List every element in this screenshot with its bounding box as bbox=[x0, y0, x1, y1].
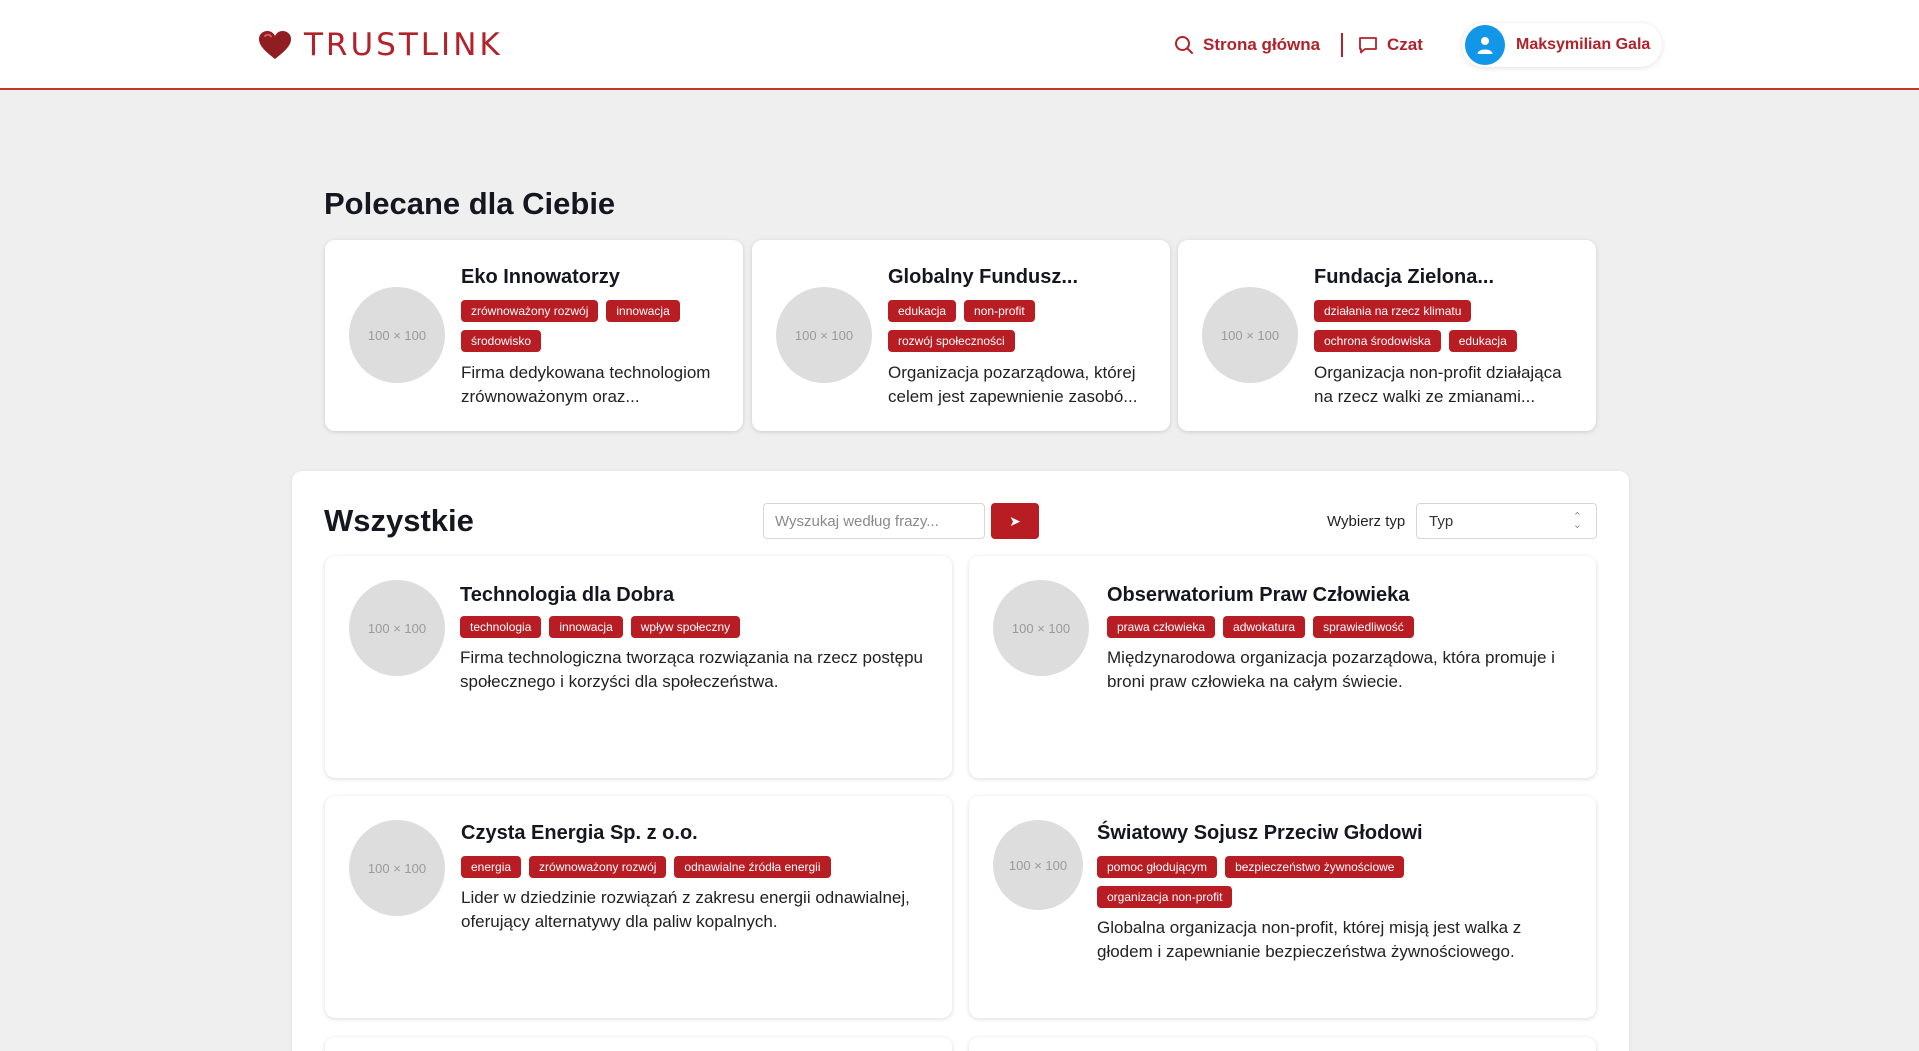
nav-home-link[interactable]: Strona główna bbox=[1173, 26, 1320, 64]
tag-list: pomoc głodującym bezpieczeństwo żywności… bbox=[1097, 856, 1497, 908]
tag-list: technologia innowacja wpływ społeczny bbox=[460, 616, 930, 638]
nav-chat-label: Czat bbox=[1387, 35, 1423, 54]
search-icon bbox=[1175, 36, 1193, 54]
logo-text: TRUSTLINK bbox=[304, 27, 503, 63]
chat-icon bbox=[1359, 37, 1377, 54]
tag-list: edukacja non-profit rozwój społeczności bbox=[888, 300, 1088, 352]
organization-card[interactable]: 100 × 100 Czysta Energia Sp. z o.o. ener… bbox=[325, 796, 952, 1018]
tag: innowacja bbox=[606, 300, 680, 322]
tag: zrównoważony rozwój bbox=[461, 300, 599, 322]
all-title: Wszystkie bbox=[324, 503, 474, 538]
tag: prawa człowieka bbox=[1107, 616, 1216, 638]
organization-thumbnail: 100 × 100 bbox=[993, 580, 1089, 676]
nav-chat-link[interactable]: Czat bbox=[1357, 26, 1423, 64]
top-navbar: TRUSTLINK Strona główna Czat Maksymilian… bbox=[0, 0, 1919, 90]
tag: odnawialne źródła energii bbox=[674, 856, 831, 878]
search-input[interactable] bbox=[763, 503, 985, 539]
organization-thumbnail: 100 × 100 bbox=[349, 820, 445, 916]
tag: ochrona środowiska bbox=[1314, 330, 1441, 352]
organization-card[interactable]: 100 × 100 Obserwatorium Praw Człowieka p… bbox=[969, 556, 1596, 778]
organization-card[interactable] bbox=[325, 1037, 952, 1051]
tag: zrównoważony rozwój bbox=[529, 856, 667, 878]
tag: technologia bbox=[460, 616, 542, 638]
organization-card[interactable]: 100 × 100 Światowy Sojusz Przeciw Głodow… bbox=[969, 796, 1596, 1018]
tag: środowisko bbox=[461, 330, 542, 352]
card-description: Organizacja non-profit działająca na rze… bbox=[1314, 363, 1562, 406]
tag: innowacja bbox=[549, 616, 623, 638]
type-select-value: Typ bbox=[1429, 512, 1454, 530]
nav-home-label: Strona główna bbox=[1203, 35, 1321, 54]
tag: organizacja non-profit bbox=[1097, 886, 1233, 908]
tag: adwokatura bbox=[1223, 616, 1306, 638]
organization-card[interactable]: 100 × 100 Technologia dla Dobra technolo… bbox=[325, 556, 952, 778]
card-description: Firma technologiczna tworząca rozwiązani… bbox=[460, 648, 924, 691]
type-filter-label: Wybierz typ bbox=[1327, 513, 1406, 530]
tag: działania na rzecz klimatu bbox=[1314, 300, 1472, 322]
tag: wpływ społeczny bbox=[630, 616, 741, 638]
organization-thumbnail: 100 × 100 bbox=[1202, 287, 1298, 383]
tag: rozwój społeczności bbox=[888, 330, 1015, 352]
card-description: Lider w dziedzinie rozwiązań z zakresu e… bbox=[461, 888, 910, 931]
type-select[interactable]: Typ ⌃ ⌄ bbox=[1416, 503, 1597, 539]
organization-thumbnail: 100 × 100 bbox=[349, 580, 445, 676]
card-description: Międzynarodowa organizacja pozarządowa, … bbox=[1107, 648, 1555, 691]
organization-thumbnail: 100 × 100 bbox=[776, 287, 872, 383]
card-title: Technologia dla Dobra bbox=[460, 584, 675, 606]
chevron-updown-icon: ⌃ ⌄ bbox=[1572, 511, 1582, 531]
recommended-title: Polecane dla Ciebie bbox=[324, 186, 616, 221]
tag: edukacja bbox=[888, 300, 957, 322]
search-button[interactable]: ➤ bbox=[991, 503, 1039, 539]
card-title: Światowy Sojusz Przeciw Głodowi bbox=[1097, 822, 1423, 844]
card-description: Firma dedykowana technologiom zrównoważo… bbox=[461, 363, 711, 406]
send-icon: ➤ bbox=[1009, 512, 1021, 529]
card-title: Globalny Fundusz... bbox=[888, 266, 1078, 288]
recommended-card[interactable]: 100 × 100 Eko Innowatorzy zrównoważony r… bbox=[325, 240, 743, 431]
nav-divider bbox=[1341, 33, 1343, 57]
tag-list: zrównoważony rozwój innowacja środowisko bbox=[461, 300, 731, 352]
organization-thumbnail: 100 × 100 bbox=[993, 820, 1083, 910]
card-title: Eko Innowatorzy bbox=[461, 266, 620, 288]
tag-list: energia zrównoważony rozwój odnawialne ź… bbox=[461, 856, 931, 878]
recommended-card[interactable]: 100 × 100 Globalny Fundusz... edukacja n… bbox=[752, 240, 1170, 431]
card-description: Globalna organizacja non-profit, której … bbox=[1097, 918, 1522, 961]
organization-card[interactable] bbox=[969, 1037, 1596, 1051]
tag: energia bbox=[461, 856, 522, 878]
user-icon bbox=[1477, 37, 1493, 54]
tag: edukacja bbox=[1448, 330, 1517, 352]
tag: bezpieczeństwo żywnościowe bbox=[1225, 856, 1405, 878]
tag-list: prawa człowieka adwokatura sprawiedliwoś… bbox=[1107, 616, 1577, 638]
tag: pomoc głodującym bbox=[1097, 856, 1218, 878]
heart-icon bbox=[259, 31, 291, 59]
user-menu[interactable]: Maksymilian Gala bbox=[1462, 23, 1662, 67]
tag: sprawiedliwość bbox=[1313, 616, 1414, 638]
recommended-card[interactable]: 100 × 100 Fundacja Zielona... działania … bbox=[1178, 240, 1596, 431]
card-title: Fundacja Zielona... bbox=[1314, 266, 1495, 288]
card-description: Organizacja pozarządowa, której celem je… bbox=[888, 363, 1138, 406]
user-name: Maksymilian Gala bbox=[1516, 36, 1651, 53]
organization-thumbnail: 100 × 100 bbox=[349, 287, 445, 383]
tag: non-profit bbox=[964, 300, 1035, 322]
logo[interactable]: TRUSTLINK bbox=[258, 27, 503, 63]
tag-list: działania na rzecz klimatu ochrona środo… bbox=[1314, 300, 1584, 352]
card-title: Czysta Energia Sp. z o.o. bbox=[461, 822, 698, 844]
avatar bbox=[1465, 25, 1505, 65]
card-title: Obserwatorium Praw Człowieka bbox=[1107, 584, 1410, 606]
